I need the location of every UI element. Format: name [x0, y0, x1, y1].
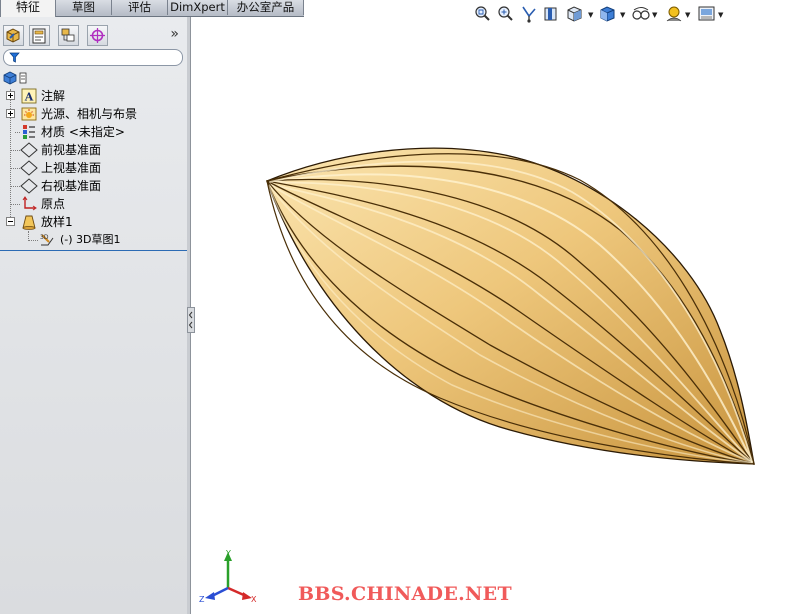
tree-item-front-plane[interactable]: 前视基准面: [0, 141, 187, 159]
tree-item-lights-cameras-scene[interactable]: 光源、相机与布景: [0, 105, 187, 123]
more-tabs-chevron[interactable]: »: [170, 26, 179, 42]
origin-icon: [22, 196, 37, 211]
3d-sketch-icon: 3D: [40, 234, 54, 246]
plane-icon: [20, 178, 38, 194]
tab-features[interactable]: 特征: [0, 0, 56, 17]
command-manager-tabs: 特征 草图 评估 DimXpert 办公室产品: [0, 0, 304, 17]
property-manager-tab[interactable]: [29, 25, 50, 46]
graphics-viewport[interactable]: [192, 17, 790, 614]
tree-item-label: (-) 3D草图1: [60, 233, 121, 246]
feature-manager-tab[interactable]: [3, 25, 24, 46]
tree-item-right-plane[interactable]: 右视基准面: [0, 177, 187, 195]
reference-triad: Y X Z: [199, 549, 257, 604]
plane-icon: [20, 142, 38, 158]
loft-icon: [22, 215, 36, 230]
tree-item-label: 材质 <未指定>: [41, 125, 125, 139]
svg-text:A: A: [24, 91, 34, 104]
tree-item-top-plane[interactable]: 上视基准面: [0, 159, 187, 177]
feature-manager-panel: » A 注解 光源、相机与布景 材质 <未指定> 前视基准面 上视基准面 右视基…: [0, 17, 188, 614]
tree-root-part[interactable]: [0, 69, 187, 87]
triad-z-label: Z: [199, 595, 205, 604]
annotations-icon: A: [21, 88, 37, 104]
tree-rollback-bar[interactable]: [0, 250, 187, 251]
tree-item-material[interactable]: 材质 <未指定>: [0, 123, 187, 141]
tab-office-products[interactable]: 办公室产品: [228, 0, 304, 15]
tree-item-label: 原点: [41, 197, 66, 211]
filter-icon: [9, 52, 20, 63]
tree-item-label: 上视基准面: [41, 161, 102, 175]
triad-x-label: X: [251, 595, 257, 604]
tree-item-3d-sketch1[interactable]: 3D (-) 3D草图1: [0, 231, 187, 249]
tab-dimxpert[interactable]: DimXpert: [168, 0, 228, 15]
dim-xpert-manager-icon: [90, 28, 105, 43]
part-icon: [3, 71, 27, 85]
tree-filter-input[interactable]: [3, 49, 183, 66]
tree-item-label: 光源、相机与布景: [41, 107, 138, 121]
tree-item-label: 放样1: [41, 215, 73, 229]
tree-item-origin[interactable]: 原点: [0, 195, 187, 213]
plane-icon: [20, 160, 38, 176]
svg-text:3D: 3D: [40, 234, 49, 241]
dimxpert-manager-tab[interactable]: [87, 25, 108, 46]
tree-item-loft1[interactable]: 放样1: [0, 213, 187, 231]
triad-y-label: Y: [225, 549, 231, 558]
tree-item-label: 注解: [41, 89, 66, 103]
configuration-manager-tab[interactable]: [58, 25, 79, 46]
watermark-text: BBS.CHINADE.NET: [298, 583, 512, 605]
configuration-manager-icon: [61, 28, 75, 42]
feature-manager-icon: [6, 28, 20, 43]
panel-toolbar: »: [0, 23, 187, 46]
tree-item-label: 右视基准面: [41, 179, 102, 193]
tree-item-label: 前视基准面: [41, 143, 102, 157]
expand-annotations-toggle[interactable]: [6, 91, 15, 100]
collapse-loft-toggle[interactable]: [6, 217, 15, 226]
expand-lights-toggle[interactable]: [6, 109, 15, 118]
material-icon: [23, 125, 35, 139]
tab-sketch[interactable]: 草图: [56, 0, 112, 15]
lights-cameras-icon: [21, 107, 37, 121]
tab-evaluate[interactable]: 评估: [112, 0, 168, 15]
property-manager-icon: [32, 28, 46, 44]
tree-item-annotations[interactable]: A 注解: [0, 87, 187, 105]
loft-body[interactable]: [266, 147, 755, 465]
